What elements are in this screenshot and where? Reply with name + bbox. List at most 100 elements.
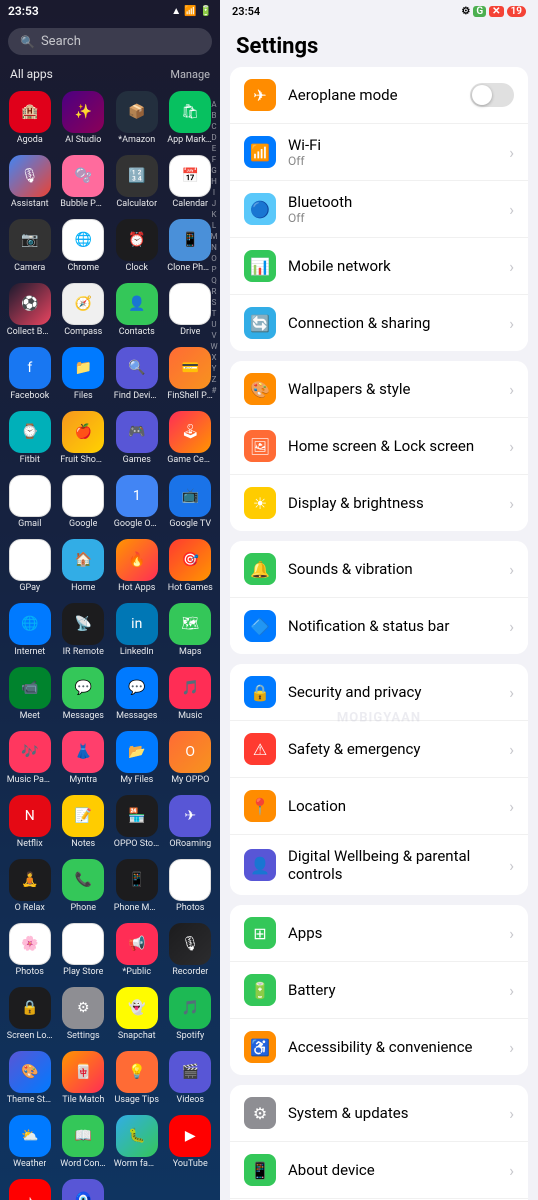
settings-item-safetyemergency[interactable]: ⚠Safety & emergency› [230, 721, 528, 778]
app-item-recorder[interactable]: 🎙Recorder [165, 919, 217, 981]
app-item-googletv[interactable]: 📺Google TV [165, 471, 217, 533]
app-item-orelax[interactable]: 🧘O Relax [4, 855, 56, 917]
app-item-gmail[interactable]: ✉Gmail [4, 471, 56, 533]
alpha-Y[interactable]: Y [208, 364, 220, 374]
app-item-photos[interactable]: 🖼Photos [165, 855, 217, 917]
alpha-J[interactable]: J [208, 199, 220, 209]
manage-button[interactable]: Manage [170, 68, 210, 81]
app-search-bar[interactable]: 🔍 Search [8, 28, 212, 55]
app-item-zenspace[interactable]: 🧿Zen Space [58, 1175, 110, 1200]
app-item-themestore[interactable]: 🎨Theme Store [4, 1047, 56, 1109]
alpha-M[interactable]: M [208, 232, 220, 242]
alpha-W[interactable]: W [208, 342, 220, 352]
app-item-videos[interactable]: 🎬Videos [165, 1047, 217, 1109]
app-item-meet[interactable]: 📹Meet [4, 663, 56, 725]
app-item-agoda[interactable]: 🏨Agoda [4, 87, 56, 149]
app-item-hotapps[interactable]: 🔥Hot Apps [111, 535, 163, 597]
alpha-T[interactable]: T [208, 309, 220, 319]
app-item-ytmusic[interactable]: ♪YT Music [4, 1175, 56, 1200]
alpha-Z[interactable]: Z [208, 375, 220, 385]
app-item-messages2[interactable]: 💬Messages [111, 663, 163, 725]
app-item-irremote[interactable]: 📡IR Remote [58, 599, 110, 661]
app-item-gamecenter[interactable]: 🕹Game Center [165, 407, 217, 469]
app-item-phone[interactable]: 📞Phone [58, 855, 110, 917]
app-item-oppostore[interactable]: 🏪OPPO Store [111, 791, 163, 853]
alpha-P[interactable]: P [208, 265, 220, 275]
settings-item-sounds[interactable]: 🔔Sounds & vibration› [230, 541, 528, 598]
alpha-O[interactable]: O [208, 254, 220, 264]
app-item-phonema[interactable]: 📱Phone Ma... [111, 855, 163, 917]
settings-item-bluetooth[interactable]: 🔵BluetoothOff› [230, 181, 528, 238]
app-item-assistant[interactable]: 🎙Assistant [4, 151, 56, 213]
alpha-S[interactable]: S [208, 298, 220, 308]
app-item-contacts[interactable]: 👤Contacts [111, 279, 163, 341]
alpha-V[interactable]: V [208, 331, 220, 341]
app-item-google[interactable]: GGoogle [58, 471, 110, 533]
app-item-myoppo[interactable]: OMy OPPO [165, 727, 217, 789]
alpha-E[interactable]: E [208, 144, 220, 154]
alpha-U[interactable]: U [208, 320, 220, 330]
app-item-spotify[interactable]: 🎵Spotify [165, 983, 217, 1045]
app-item-weather[interactable]: ⛅Weather [4, 1111, 56, 1173]
app-item-home[interactable]: 🏠Home [58, 535, 110, 597]
app-item-tilematch[interactable]: 🀄Tile Match [58, 1047, 110, 1109]
app-item-compass[interactable]: 🧭Compass [58, 279, 110, 341]
app-item-musicparty[interactable]: 🎶Music Party [4, 727, 56, 789]
app-item-collectball[interactable]: ⚽Collect Ball - [4, 279, 56, 341]
app-item-wormfam[interactable]: 🐛Worm family [111, 1111, 163, 1173]
app-item-netflix[interactable]: NNetflix [4, 791, 56, 853]
settings-item-apps[interactable]: ⊞Apps› [230, 905, 528, 962]
app-item-amazon[interactable]: 📦*Amazon [111, 87, 163, 149]
alpha-A[interactable]: A [208, 100, 220, 110]
app-item-youtube[interactable]: ▶YouTube [165, 1111, 217, 1173]
settings-item-securityprivacy[interactable]: 🔒Security and privacy› [230, 664, 528, 721]
app-item-chrome[interactable]: 🌐Chrome [58, 215, 110, 277]
alpha-N[interactable]: N [208, 243, 220, 253]
app-item-notes[interactable]: 📝Notes [58, 791, 110, 853]
app-item-games[interactable]: 🎮Games [111, 407, 163, 469]
app-item-facebook[interactable]: fFacebook [4, 343, 56, 405]
app-item-internet[interactable]: 🌐Internet [4, 599, 56, 661]
app-item-messages[interactable]: 💬Messages [58, 663, 110, 725]
settings-item-battery[interactable]: 🔋Battery› [230, 962, 528, 1019]
app-item-calculator[interactable]: 🔢Calculator [111, 151, 163, 213]
settings-item-display[interactable]: ☀Display & brightness› [230, 475, 528, 531]
app-item-wordconn[interactable]: 📖Word Conne... [58, 1111, 110, 1173]
app-item-finddevice[interactable]: 🔍Find Device [111, 343, 163, 405]
app-item-snapchat[interactable]: 👻Snapchat [111, 983, 163, 1045]
alpha-B[interactable]: B [208, 111, 220, 121]
alpha-X[interactable]: X [208, 353, 220, 363]
app-item-clock[interactable]: ⏰Clock [111, 215, 163, 277]
app-item-screenlock[interactable]: 🔒Screen Lock [4, 983, 56, 1045]
settings-item-connection[interactable]: 🔄Connection & sharing› [230, 295, 528, 351]
alpha-H[interactable]: H [208, 177, 220, 187]
app-item-playstore[interactable]: ▶Play Store [58, 919, 110, 981]
settings-item-systemupdates[interactable]: ⚙System & updates› [230, 1085, 528, 1142]
settings-item-mobilenetwork[interactable]: 📊Mobile network› [230, 238, 528, 295]
alpha-D[interactable]: D [208, 133, 220, 143]
settings-item-aeroplane[interactable]: ✈Aeroplane mode [230, 67, 528, 124]
app-item-fitbit[interactable]: ⌚Fitbit [4, 407, 56, 469]
alpha-Q[interactable]: Q [208, 276, 220, 286]
app-item-camera[interactable]: 📷Camera [4, 215, 56, 277]
app-item-photos2[interactable]: 🌸Photos [4, 919, 56, 981]
alphabet-sidebar[interactable]: ABCDEFGHIJKLMNOPQRSTUVWXYZ# [208, 100, 220, 396]
app-item-files[interactable]: 📁Files [58, 343, 110, 405]
app-item-hotgames[interactable]: 🎯Hot Games [165, 535, 217, 597]
app-item-gpay[interactable]: GGPay [4, 535, 56, 597]
app-item-maps[interactable]: 🗺Maps [165, 599, 217, 661]
settings-item-notification[interactable]: 🔷Notification & status bar› [230, 598, 528, 654]
app-item-public[interactable]: 📢*Public [111, 919, 163, 981]
app-item-settings[interactable]: ⚙Settings [58, 983, 110, 1045]
app-item-linkedin[interactable]: inLinkedIn [111, 599, 163, 661]
app-item-bubblepop[interactable]: 🫧Bubble Pop! [58, 151, 110, 213]
settings-item-wifi[interactable]: 📶Wi-FiOff› [230, 124, 528, 181]
app-item-fruitshoot[interactable]: 🍎Fruit Shootin... [58, 407, 110, 469]
app-item-music[interactable]: 🎵Music [165, 663, 217, 725]
app-item-aistudio[interactable]: ✨AI Studio [58, 87, 110, 149]
alpha-L[interactable]: L [208, 221, 220, 231]
alpha-G[interactable]: G [208, 166, 220, 176]
app-item-usagetips[interactable]: 💡Usage Tips [111, 1047, 163, 1109]
settings-item-aboutdevice[interactable]: 📱About device› [230, 1142, 528, 1199]
app-item-myntra[interactable]: 👗Myntra [58, 727, 110, 789]
